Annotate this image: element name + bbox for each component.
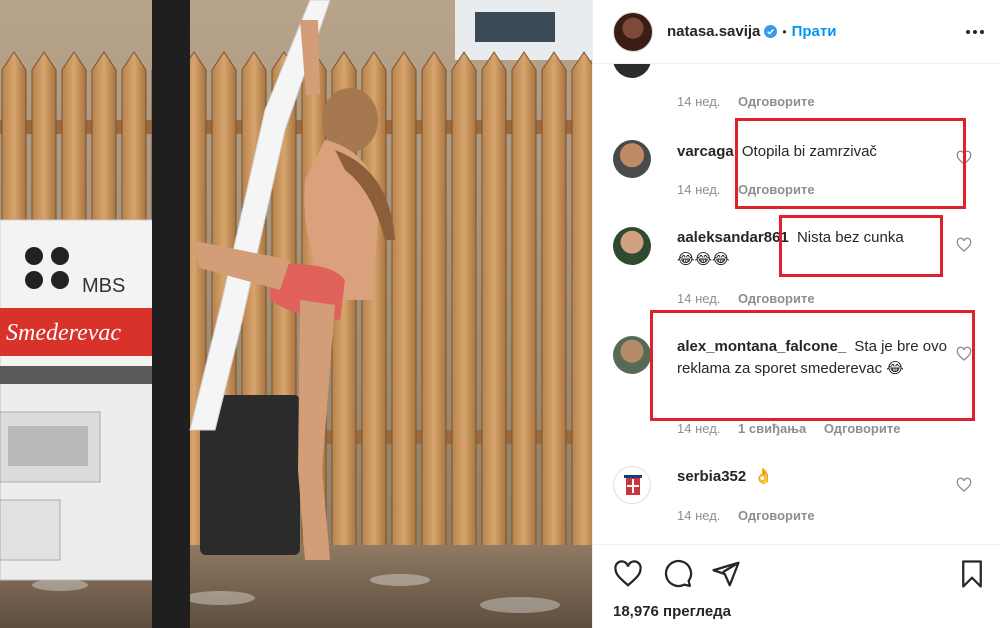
- comment-bubble-icon[interactable]: [663, 559, 693, 589]
- follow-button[interactable]: Прати: [792, 23, 837, 40]
- fence-plank: [481, 51, 507, 556]
- comment-time: 14 нед.: [677, 182, 721, 197]
- comment-username[interactable]: serbia352: [677, 468, 746, 485]
- video-frame: MBS Smederevac: [0, 0, 592, 628]
- comment-meta: 14 нед. 1 свиђања Одговорите: [677, 421, 914, 436]
- comments-list[interactable]: 14 нед. Одговорите varcaga Otopila bi za…: [593, 64, 1000, 544]
- comment-avatar[interactable]: [613, 140, 651, 178]
- fence-plank: [451, 51, 477, 556]
- comment-text: 👌: [754, 468, 774, 485]
- comment-time: 14 нед.: [677, 421, 721, 436]
- like-heart-icon[interactable]: [956, 477, 972, 493]
- reply-button[interactable]: Одговорите: [738, 508, 815, 523]
- comment-meta: 14 нед. Одговорите: [677, 94, 829, 109]
- post-media[interactable]: MBS Smederevac: [0, 0, 592, 628]
- reply-button[interactable]: Одговорите: [738, 291, 815, 306]
- comment-time: 14 нед.: [677, 291, 721, 306]
- comment-avatar[interactable]: [613, 336, 651, 374]
- post-actions-bar: 18,976 прегледа: [593, 544, 1000, 628]
- separator-dot: •: [782, 24, 787, 39]
- reply-button[interactable]: Одговорите: [738, 94, 815, 109]
- view-count[interactable]: 18,976 прегледа: [613, 603, 731, 620]
- comment-emoji: 😂😂😂: [677, 251, 730, 268]
- highlight-box: [779, 215, 943, 277]
- author-avatar[interactable]: [613, 11, 653, 52]
- comment-avatar[interactable]: [613, 466, 651, 504]
- like-heart-icon[interactable]: [956, 237, 972, 253]
- comment-meta: 14 нед. Одговорите: [677, 508, 829, 523]
- author-username[interactable]: natasa.savija: [667, 23, 760, 40]
- fence-plank: [391, 51, 417, 556]
- fence-plank: [421, 51, 447, 556]
- mbs-brand-text: MBS: [82, 275, 125, 297]
- highlight-box: [650, 310, 975, 421]
- comment-username[interactable]: aaleksandar861: [677, 229, 789, 246]
- fence-plank: [511, 51, 537, 556]
- comment-time: 14 нед.: [677, 508, 721, 523]
- fence-plank: [571, 51, 592, 556]
- comment-time: 14 нед.: [677, 94, 721, 109]
- verified-badge-icon: [764, 25, 778, 38]
- save-bookmark-icon[interactable]: [957, 559, 987, 589]
- serbia-crest-icon: [624, 475, 642, 495]
- comment-likes[interactable]: 1 свиђања: [738, 421, 806, 436]
- comment-avatar[interactable]: [613, 64, 651, 78]
- post-side-panel: natasa.savija • Прати 14 нед. Одговорите…: [592, 0, 1000, 628]
- fence-plank: [541, 51, 567, 556]
- smederevac-sign-text: Smederevac: [6, 320, 121, 346]
- share-send-icon[interactable]: [711, 559, 741, 589]
- comment-meta: 14 нед. Одговорите: [677, 291, 829, 306]
- post-header: natasa.savija • Прати: [593, 0, 1000, 64]
- like-heart-icon[interactable]: [613, 559, 643, 589]
- comment-body: serbia352 👌: [677, 466, 962, 488]
- comment-username[interactable]: varcaga: [677, 143, 734, 160]
- highlight-box: [735, 118, 966, 209]
- comment-avatar[interactable]: [613, 227, 651, 265]
- more-options-icon[interactable]: [963, 20, 987, 44]
- reply-button[interactable]: Одговорите: [824, 421, 901, 436]
